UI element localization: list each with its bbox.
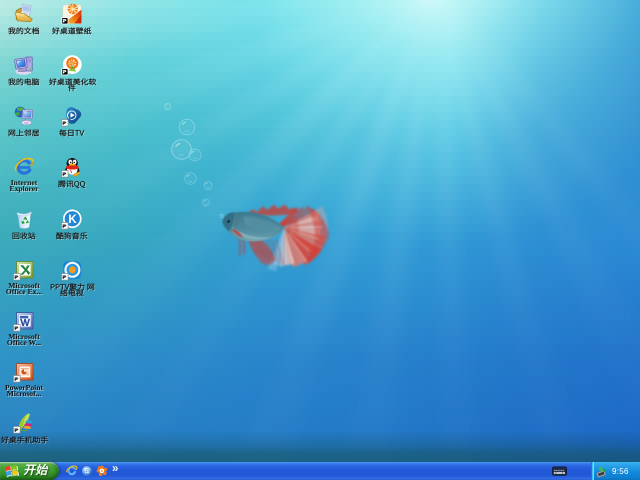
svg-text:K: K	[68, 214, 77, 226]
